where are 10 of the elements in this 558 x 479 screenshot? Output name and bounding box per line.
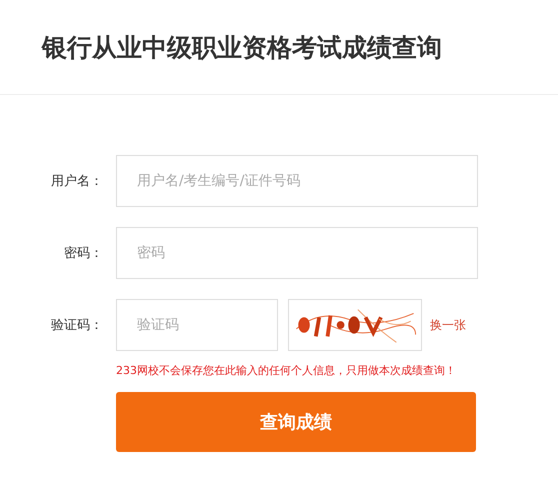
privacy-notice: 233网校不会保存您在此输入的任何个人信息，只用做本次成绩查询！ — [116, 363, 457, 378]
field-label: 密码： — [63, 245, 103, 262]
input-field[interactable]: 用户名/考生编号/证件号码 — [116, 155, 478, 207]
refresh-link[interactable]: 换一张 — [430, 316, 466, 334]
input-field[interactable]: 密码 — [116, 227, 478, 279]
field-label: 用户名： — [50, 173, 103, 190]
input-field[interactable]: 验证码 — [116, 299, 278, 351]
submit-button[interactable]: 查询成绩 — [116, 392, 476, 452]
field-label: 验证码： — [50, 317, 103, 334]
page-title: 银行从业中级职业资格考试成绩查询 — [42, 32, 442, 64]
